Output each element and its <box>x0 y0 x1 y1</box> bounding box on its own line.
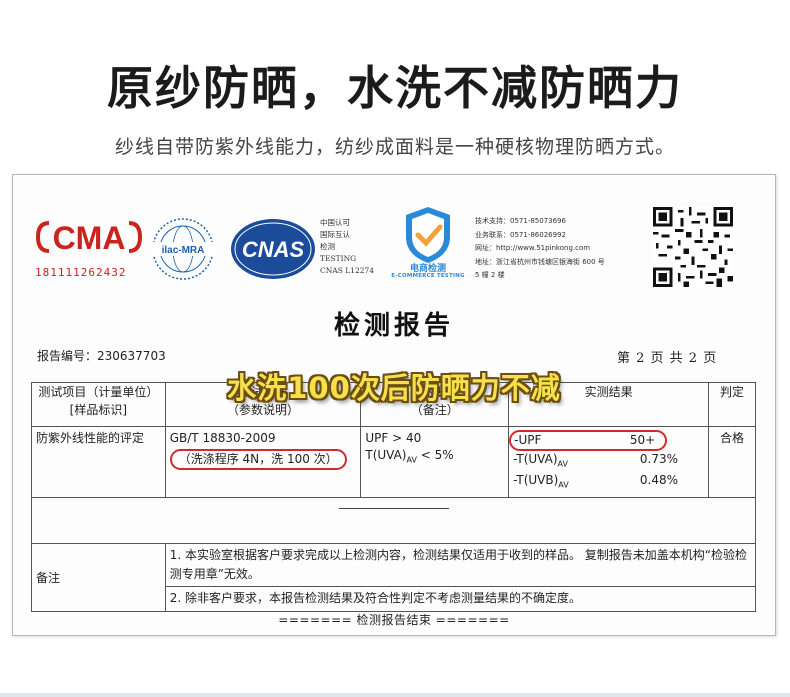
cert-line: TESTING <box>320 254 357 263</box>
report-end-marker: ======= 检测报告结束 ======= <box>278 613 510 627</box>
result-value: 0.48% <box>639 473 679 488</box>
result-uva: -T(UVA)AV 0.73% <box>513 451 704 472</box>
blank-cell <box>31 496 756 544</box>
contact-line: 业务联系：0571-86026992 <box>475 230 566 239</box>
contact-line: 技术支持：0571-85073696 <box>475 217 566 225</box>
bottom-divider <box>0 693 790 697</box>
contact-line: 5 幢 2 楼 <box>475 271 505 279</box>
result-uvb: -T(UVB)AV 0.48% <box>513 472 704 493</box>
cma-text: CMA <box>53 220 126 255</box>
result-value: 0.73% <box>639 452 679 466</box>
table-row: 防紫外线性能的评定 GB/T 18830-2009 （洗涤程序 4N，洗 100… <box>31 426 756 498</box>
contact-line: 地址：浙江省杭州市钱塘区银海街 600 号 <box>475 257 605 266</box>
notes-label: 备注 <box>31 542 166 612</box>
method-standard: GB/T 18830-2009 <box>169 431 276 445</box>
cnas-logo: CNAS <box>231 219 315 279</box>
cell-test-item: 防紫外线性能的评定 <box>31 426 166 498</box>
result-value: 50+ <box>629 433 656 447</box>
cell-result: -UPF 50+ -T(UVA)AV 0.73% -T(UVB)AV 0.48% <box>508 426 710 498</box>
cert-line: 国际互认 <box>320 230 350 239</box>
ilac-mra-logo: ilac-MRA <box>151 218 215 280</box>
contact-info: 技术支持：0571-85073696 业务联系：0571-86026992 网址… <box>475 215 645 283</box>
method-note-circled: （洗涤程序 4N，洗 100 次） <box>169 449 347 470</box>
cell-test-method: GB/T 18830-2009 （洗涤程序 4N，洗 100 次） <box>164 426 362 498</box>
signature-line <box>339 508 449 509</box>
note-1: 1. 本实验室根据客户要求完成以上检测内容，检测结果仅适用于收到的样品。 复制报… <box>169 547 748 581</box>
ilac-text: ilac-MRA <box>162 245 205 256</box>
qr-code-icon <box>653 207 733 287</box>
blank-row <box>31 496 756 544</box>
result-label: -T(UVB)AV <box>513 473 569 490</box>
report-title: 检测报告 <box>333 311 454 341</box>
cma-number: 181111262432 <box>35 266 127 279</box>
notes-cell: 1. 本实验室根据客户要求完成以上检测内容，检测结果仅适用于收到的样品。 复制报… <box>164 542 757 612</box>
page-number: 第 2 页 共 2 页 <box>617 351 718 366</box>
cell-verdict: 合格 <box>708 426 756 498</box>
result-label: -T(UVA)AV <box>513 452 568 469</box>
note-2: 2. 除非客户要求，本报告检测结果及符合性判定不考虑测量结果的不确定度。 <box>165 585 755 610</box>
contact-line: 网址：http://www.51pinkong.com <box>475 244 591 252</box>
result-label: -UPF <box>514 433 542 447</box>
headline: 原纱防晒，水洗不减防晒力 <box>107 61 683 115</box>
cnas-cert-text: 中国认可 国际互认 检测 TESTING CNAS L12274 <box>320 217 376 277</box>
cnas-text: CNAS <box>242 237 305 262</box>
cert-line: 检测 <box>320 242 335 251</box>
notes-row: 备注 1. 本实验室根据客户要求完成以上检测内容，检测结果仅适用于收到的样品。 … <box>31 542 757 612</box>
requirement-uva: T(UVA)AV < 5% <box>365 448 454 465</box>
requirement-upf: UPF > 40 <box>365 431 422 445</box>
results-table: 测试项目（计量单位） [样品标识] 测试方法 （参数说明） 技术要求 （备注） … <box>31 382 757 612</box>
highlight-overlay-text: 水洗100次后防晒力不减 <box>227 371 561 405</box>
result-upf-circled: -UPF 50+ <box>509 430 668 451</box>
cert-line: 中国认可 <box>320 218 350 227</box>
ecom-en-text: E-COMMERCE TESTING <box>391 273 465 279</box>
cell-requirement: UPF > 40 T(UVA)AV < 5% <box>360 426 510 498</box>
report-number: 报告编号：230637703 <box>37 349 166 363</box>
cert-line: CNAS L12274 <box>320 266 375 275</box>
cma-logo: CMA <box>35 220 143 255</box>
subline: 纱线自带防紫外线能力，纺纱成面料是一种硬核物理防晒方式。 <box>114 136 675 158</box>
test-report: CMA 181111262432 ilac-MRA CNAS 中国认可 国际互认… <box>12 174 776 636</box>
